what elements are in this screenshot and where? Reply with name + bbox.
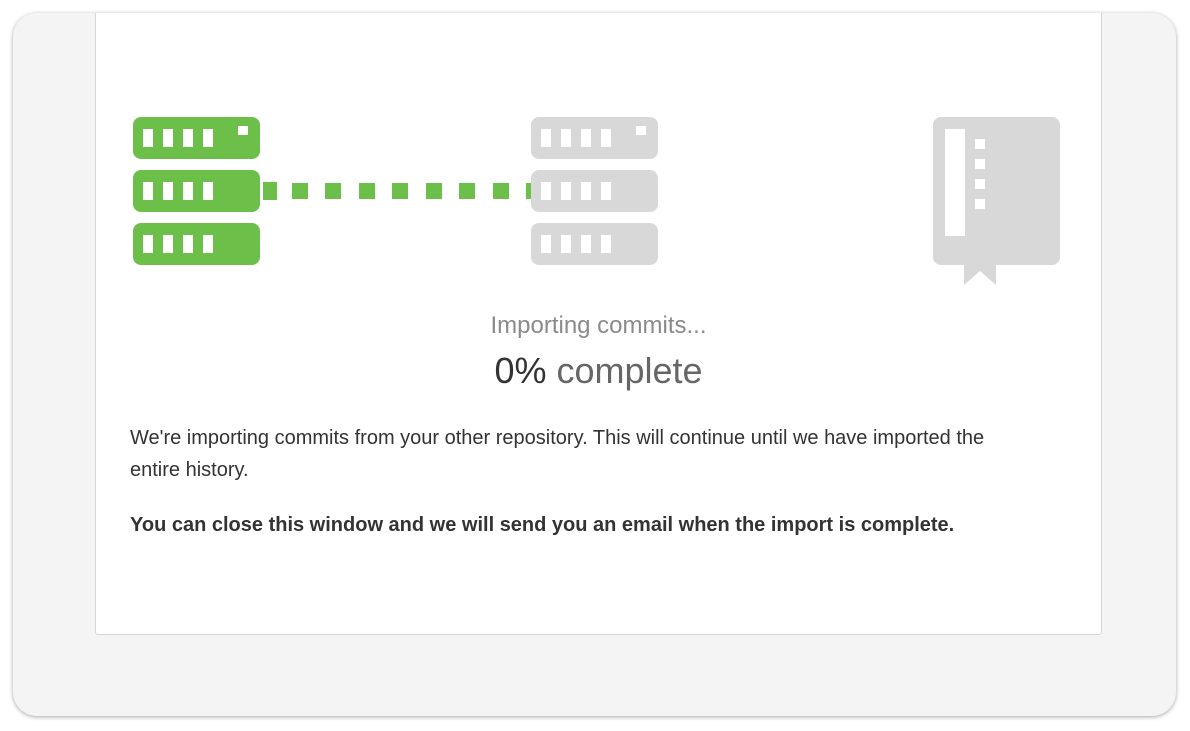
- progress-indicator: 0% complete: [96, 350, 1101, 392]
- destination-server-icon: [531, 117, 658, 265]
- window-frame: Importing commits... 0% complete We're i…: [13, 13, 1176, 716]
- transfer-connector: [263, 182, 532, 200]
- progress-percent: 0%: [494, 350, 547, 391]
- import-status-text: Importing commits...: [490, 312, 707, 339]
- source-server-icon: [133, 117, 260, 265]
- import-panel: Importing commits... 0% complete We're i…: [95, 13, 1102, 635]
- repository-book-icon: [933, 117, 1060, 285]
- import-illustration: [133, 117, 1060, 285]
- import-description: We're importing commits from your other …: [130, 427, 985, 481]
- email-notice: You can close this window and we will se…: [130, 514, 955, 536]
- progress-label: complete: [546, 350, 703, 391]
